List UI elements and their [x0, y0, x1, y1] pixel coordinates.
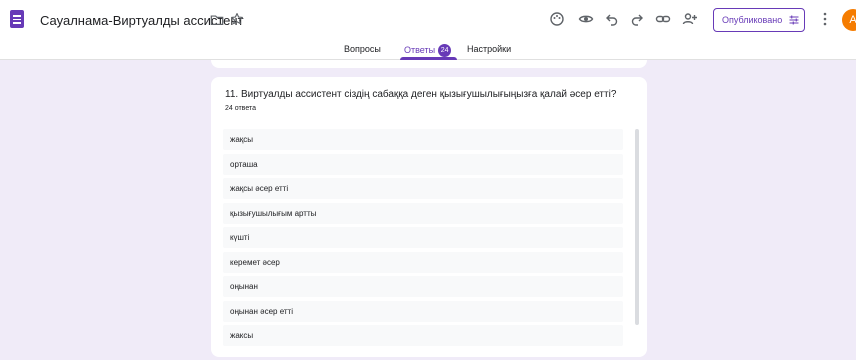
responses-count-badge: 24: [438, 44, 452, 57]
top-bar: Сауалнама-Виртуалды ассистент Опубликова…: [0, 0, 856, 40]
tab-responses-label: Ответы: [404, 44, 436, 55]
star-icon[interactable]: [230, 12, 244, 26]
forms-logo-icon[interactable]: [10, 10, 24, 28]
more-options-icon[interactable]: [822, 11, 828, 27]
link-icon[interactable]: [655, 11, 671, 27]
list-item: жақсы әсер етті: [223, 178, 623, 199]
previous-question-card: [211, 60, 647, 68]
tab-questions[interactable]: Вопросы: [344, 44, 381, 54]
list-item: күшті: [223, 227, 623, 248]
palette-icon[interactable]: [549, 11, 565, 27]
publish-settings-icon: [789, 15, 799, 25]
list-item: жаксы: [223, 325, 623, 346]
list-item: жақсы: [223, 129, 623, 150]
answer-list: жақсы орташа жақсы әсер етті қызығушылығ…: [223, 129, 623, 350]
preview-eye-icon[interactable]: [578, 11, 594, 27]
answer-list-scrollbar[interactable]: [635, 129, 639, 325]
undo-icon[interactable]: [604, 11, 620, 27]
redo-icon[interactable]: [629, 11, 645, 27]
list-item: керемет әсер: [223, 251, 623, 273]
add-collaborator-icon[interactable]: [682, 11, 698, 27]
response-count: 24 ответа: [225, 105, 256, 112]
list-item: қызығушылығым артты: [223, 202, 623, 224]
list-item: оңынан әсер етті: [223, 300, 623, 322]
tab-questions-label: Вопросы: [344, 44, 381, 54]
tab-responses[interactable]: Ответы 24: [404, 44, 452, 57]
list-item: орташа: [223, 153, 623, 175]
avatar[interactable]: A: [842, 9, 856, 31]
question-summary-card: 11. Виртуалды ассистент сіздің сабаққа д…: [211, 77, 647, 357]
list-item: оңынан: [223, 276, 623, 297]
question-title: 11. Виртуалды ассистент сіздің сабаққа д…: [225, 89, 617, 100]
tab-settings-label: Настройки: [467, 44, 512, 54]
published-label: Опубликовано: [722, 15, 783, 25]
tab-settings[interactable]: Настройки: [467, 44, 511, 54]
folder-icon[interactable]: [210, 13, 224, 27]
published-button[interactable]: Опубликовано: [713, 8, 805, 32]
